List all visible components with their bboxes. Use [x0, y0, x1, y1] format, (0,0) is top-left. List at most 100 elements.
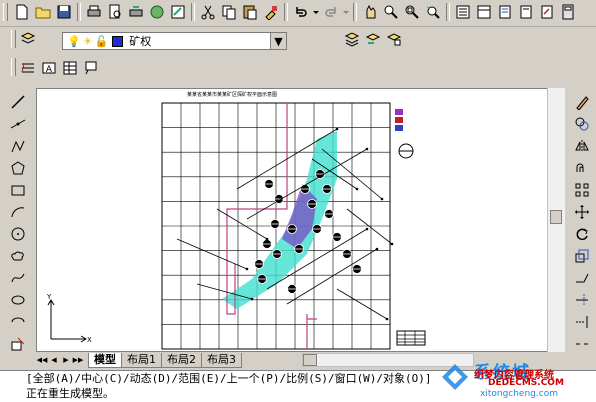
layer-dropdown[interactable]: 💡 ☀ 🔓 矿权 ▼: [62, 32, 287, 50]
first-tab-icon[interactable]: ◀◀: [36, 354, 48, 366]
rectangle-icon[interactable]: [8, 180, 28, 200]
layer-states-icon[interactable]: [384, 29, 404, 49]
polygon-icon[interactable]: [8, 158, 28, 178]
erase-icon[interactable]: [572, 92, 592, 112]
tab-layout2[interactable]: 布局2: [161, 352, 202, 368]
layer-properties-icon[interactable]: [18, 29, 38, 49]
survey-line-end: [365, 227, 369, 231]
offset-icon[interactable]: [572, 158, 592, 178]
insert-block-icon[interactable]: [8, 334, 28, 354]
calculator-icon[interactable]: [558, 2, 578, 22]
drawing-canvas[interactable]: 某某省某某市某某矿区探矿权平面示意图 Y X: [36, 88, 564, 352]
mining-boundary-right: [306, 314, 317, 349]
drawing-svg: 某某省某某市某某矿区探矿权平面示意图 Y X: [46, 91, 426, 350]
ellipse-icon[interactable]: [8, 290, 28, 310]
paste-icon[interactable]: [240, 2, 260, 22]
redo-icon[interactable]: [321, 2, 341, 22]
extend-icon[interactable]: [572, 312, 592, 332]
copy-object-icon[interactable]: [572, 114, 592, 134]
stretch-icon[interactable]: [572, 268, 592, 288]
toolbar-grip[interactable]: [11, 30, 16, 48]
zoom-window-icon[interactable]: [402, 2, 422, 22]
ucs-y-label: Y: [46, 293, 52, 301]
scale-icon[interactable]: [572, 246, 592, 266]
array-icon[interactable]: [572, 180, 592, 200]
design-center-icon[interactable]: [474, 2, 494, 22]
undo-icon[interactable]: [291, 2, 311, 22]
tool-palettes-icon[interactable]: [495, 2, 515, 22]
zoom-previous-icon[interactable]: [423, 2, 443, 22]
dropdown-arrow-icon[interactable]: [342, 2, 350, 22]
3d-publish-icon[interactable]: [147, 2, 167, 22]
scroll-thumb[interactable]: [550, 210, 562, 224]
survey-line-end: [245, 267, 249, 271]
watermark: 系统城 织梦内容管理系统 DEDECMS.COM xitongcheng.com: [440, 358, 590, 400]
text-style-icon[interactable]: A: [39, 58, 59, 78]
copy-icon[interactable]: [219, 2, 239, 22]
revision-cloud-icon[interactable]: [8, 246, 28, 266]
spline-icon[interactable]: [8, 268, 28, 288]
trim-icon[interactable]: [572, 290, 592, 310]
last-tab-icon[interactable]: ▶▶: [72, 354, 84, 366]
properties-icon[interactable]: [453, 2, 473, 22]
table-style-icon[interactable]: [60, 58, 80, 78]
survey-line-end: [385, 317, 389, 321]
standard-toolbar: [0, 0, 596, 27]
drawing-title: 某某省某某市某某矿区探矿权平面示意图: [187, 91, 277, 98]
tab-layout3[interactable]: 布局3: [201, 352, 242, 368]
markup-icon[interactable]: [537, 2, 557, 22]
standard-toolbar-buttons: [12, 2, 578, 22]
arc-icon[interactable]: [8, 202, 28, 222]
open-icon[interactable]: [33, 2, 53, 22]
lock-icon[interactable]: 🔓: [95, 35, 109, 48]
ucs-icon: Y X: [46, 293, 92, 344]
prev-tab-icon[interactable]: ◀: [48, 354, 60, 366]
line-icon[interactable]: [8, 92, 28, 112]
watermark-url: xitongcheng.com: [480, 389, 558, 399]
survey-line-end: [380, 197, 384, 201]
survey-line-end: [365, 147, 369, 151]
new-icon[interactable]: [12, 2, 32, 22]
ellipse-arc-icon[interactable]: [8, 312, 28, 332]
vertical-scrollbar[interactable]: [547, 88, 565, 352]
move-icon[interactable]: [572, 202, 592, 222]
survey-line: [216, 208, 268, 240]
text-toolbar: A: [0, 55, 120, 83]
h-scroll-thumb[interactable]: [303, 354, 317, 366]
dimension-style-icon[interactable]: [18, 58, 38, 78]
circle-icon[interactable]: [8, 224, 28, 244]
watermark-logo-icon: [442, 364, 468, 390]
cut-icon[interactable]: [198, 2, 218, 22]
survey-line-end: [390, 242, 394, 246]
save-icon[interactable]: [54, 2, 74, 22]
dropdown-arrow-icon[interactable]: [312, 2, 320, 22]
etransmit-icon[interactable]: [168, 2, 188, 22]
multileader-style-icon[interactable]: [81, 58, 101, 78]
print-icon[interactable]: [84, 2, 104, 22]
mirror-icon[interactable]: [572, 136, 592, 156]
pan-icon[interactable]: [360, 2, 380, 22]
toolbar-grip[interactable]: [11, 58, 16, 76]
zoom-realtime-icon[interactable]: [381, 2, 401, 22]
rotate-icon[interactable]: [572, 224, 592, 244]
tab-layout1[interactable]: 布局1: [121, 352, 162, 368]
polyline-icon[interactable]: [8, 136, 28, 156]
tab-model[interactable]: 模型: [88, 352, 122, 368]
match-properties-icon[interactable]: [261, 2, 281, 22]
break-icon[interactable]: [572, 334, 592, 354]
svg-text:A: A: [46, 65, 53, 75]
draw-toolbar: [8, 92, 30, 354]
construction-line-icon[interactable]: [8, 114, 28, 134]
next-tab-icon[interactable]: ▶: [60, 354, 72, 366]
make-current-layer-icon[interactable]: [342, 29, 362, 49]
layer-previous-icon[interactable]: [363, 29, 383, 49]
survey-line: [176, 238, 248, 270]
lightbulb-icon[interactable]: 💡: [67, 35, 81, 48]
chevron-down-icon[interactable]: ▼: [270, 33, 286, 49]
sheet-set-icon[interactable]: [516, 2, 536, 22]
publish-icon[interactable]: [126, 2, 146, 22]
toolbar-grip[interactable]: [3, 3, 8, 21]
sun-icon[interactable]: ☀: [83, 35, 93, 48]
print-preview-icon[interactable]: [105, 2, 125, 22]
survey-line-end: [335, 127, 339, 131]
